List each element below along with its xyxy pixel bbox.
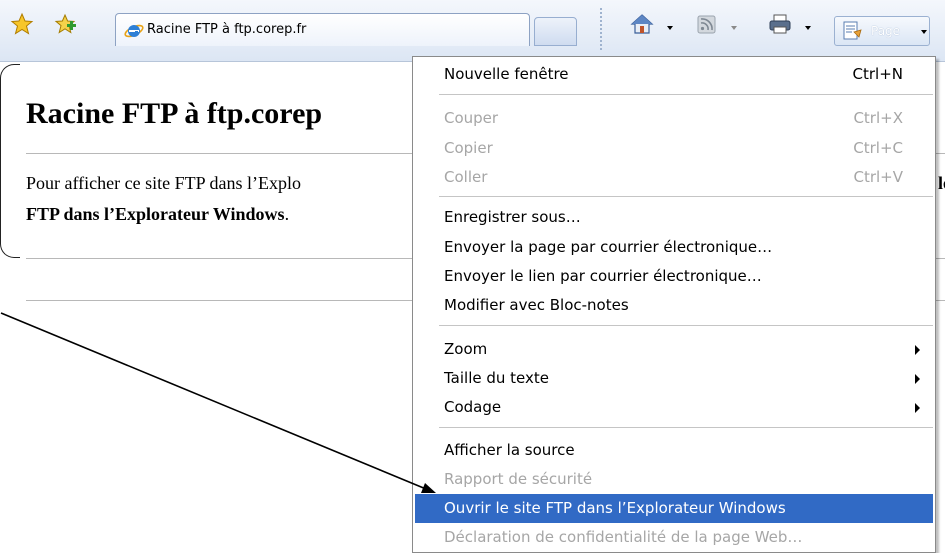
submenu-arrow-icon: [915, 374, 920, 384]
page-dropdown-menu: Nouvelle fenêtre Ctrl+N Couper Ctrl+X Co…: [412, 56, 936, 553]
menu-item-save-as[interactable]: Enregistrer sous…: [415, 203, 933, 232]
menu-item-label: Ouvrir le site FTP dans l’Explorateur Wi…: [444, 499, 786, 517]
menu-item-copy[interactable]: Copier Ctrl+C: [415, 134, 933, 163]
menu-item-label: Modifier avec Bloc-notes: [444, 296, 629, 314]
menu-item-label: Taille du texte: [444, 369, 549, 387]
menu-item-security-report[interactable]: Rapport de sécurité: [415, 465, 933, 494]
page-body-text: Pour afficher ce site FTP dans l’Explo: [26, 173, 301, 193]
menu-item-label: Couper: [444, 109, 499, 127]
menu-item-zoom[interactable]: Zoom: [415, 335, 933, 364]
body-period: .: [284, 204, 290, 224]
tab-active[interactable]: Racine FTP à ftp.corep.fr: [115, 13, 530, 46]
menu-item-label: Copier: [444, 139, 493, 157]
tab-title: Racine FTP à ftp.corep.fr: [147, 22, 307, 37]
menu-item-label: Coller: [444, 168, 488, 186]
menu-item-shortcut: Ctrl+N: [852, 65, 903, 83]
page-menu-button[interactable]: Page: [834, 16, 930, 46]
menu-item-new-window[interactable]: Nouvelle fenêtre Ctrl+N: [415, 60, 933, 89]
menu-item-shortcut: Ctrl+X: [853, 109, 903, 127]
menu-item-label: Enregistrer sous…: [444, 208, 581, 226]
menu-item-shortcut: Ctrl+V: [853, 168, 903, 186]
page-dropdown-arrow: [921, 30, 927, 34]
favorites-star-icon[interactable]: [10, 12, 34, 36]
ftp-explorer-link-text[interactable]: FTP dans l’Explorateur Windows.: [26, 204, 289, 225]
print-dropdown-arrow[interactable]: [805, 26, 811, 30]
ie-icon: [124, 22, 144, 40]
feeds-dropdown-arrow[interactable]: [731, 26, 737, 30]
menu-separator: [439, 196, 933, 197]
menu-separator: [439, 94, 933, 95]
menu-separator: [439, 427, 933, 428]
menu-item-label: Nouvelle fenêtre: [444, 65, 569, 83]
menu-item-email-page[interactable]: Envoyer la page par courrier électroniqu…: [415, 233, 933, 262]
menu-item-view-source[interactable]: Afficher la source: [415, 436, 933, 465]
menu-item-email-link[interactable]: Envoyer le lien par courrier électroniqu…: [415, 262, 933, 291]
menu-item-label: Envoyer la page par courrier électroniqu…: [444, 238, 773, 256]
menu-item-label: Rapport de sécurité: [444, 470, 593, 488]
callout-bracket: [0, 64, 20, 258]
home-dropdown-arrow[interactable]: [667, 26, 673, 30]
page-title: Racine FTP à ftp.corep: [26, 97, 323, 130]
menu-item-label: Zoom: [444, 340, 488, 358]
menu-item-label: Afficher la source: [444, 441, 575, 459]
toolbar-separator: [600, 8, 602, 50]
ftp-explorer-link-bold[interactable]: FTP dans l’Explorateur Windows: [26, 204, 285, 224]
menu-item-label: Déclaration de confidentialité de la pag…: [444, 528, 803, 546]
submenu-arrow-icon: [915, 403, 920, 413]
menu-item-paste[interactable]: Coller Ctrl+V: [415, 163, 933, 192]
home-icon[interactable]: [630, 12, 654, 36]
menu-separator: [439, 325, 933, 326]
command-toolbar: Racine FTP à ftp.corep.fr Page: [0, 0, 945, 62]
menu-item-text-size[interactable]: Taille du texte: [415, 364, 933, 393]
menu-item-label: Codage: [444, 398, 502, 416]
menu-item-edit-notepad[interactable]: Modifier avec Bloc-notes: [415, 291, 933, 320]
page-icon: [841, 20, 863, 42]
body-right-fragment: le: [938, 173, 945, 193]
menu-item-label: Envoyer le lien par courrier électroniqu…: [444, 267, 762, 285]
menu-item-shortcut: Ctrl+C: [853, 139, 903, 157]
new-tab-button[interactable]: [534, 17, 577, 46]
menu-item-privacy-report[interactable]: Déclaration de confidentialité de la pag…: [415, 523, 933, 552]
print-icon[interactable]: [768, 12, 792, 36]
add-favorite-icon[interactable]: [53, 12, 77, 36]
menu-item-open-ftp-explorer[interactable]: Ouvrir le site FTP dans l’Explorateur Wi…: [415, 494, 933, 523]
submenu-arrow-icon: [915, 345, 920, 355]
menu-item-cut[interactable]: Couper Ctrl+X: [415, 104, 933, 133]
page-menu-label: Page: [871, 24, 901, 38]
feeds-icon[interactable]: [695, 12, 719, 36]
menu-item-encoding[interactable]: Codage: [415, 393, 933, 422]
